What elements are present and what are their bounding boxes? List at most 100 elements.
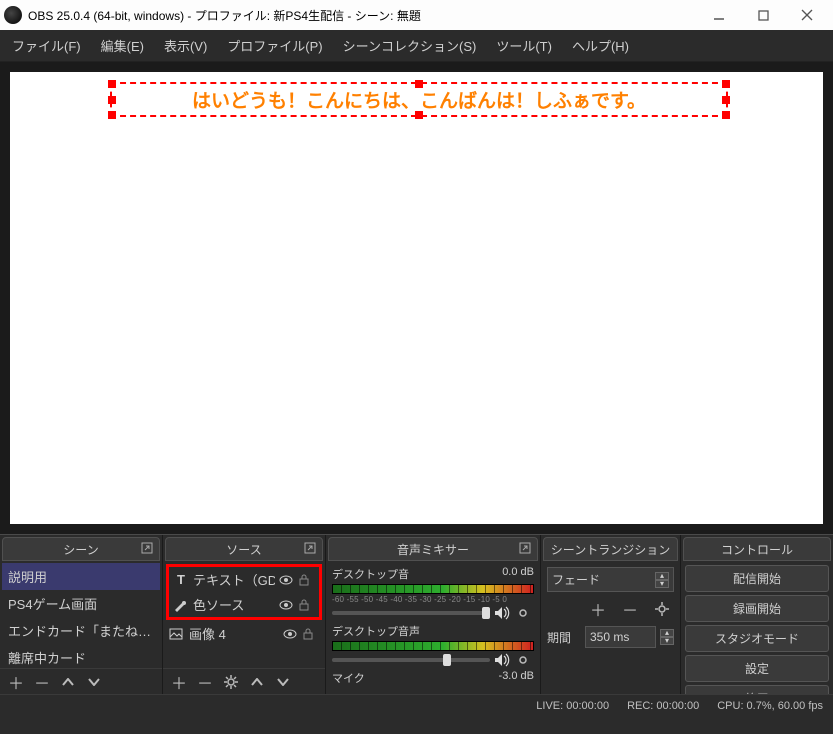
source-up-button[interactable] [245,671,269,693]
controls-panel: コントロール 配信開始 録画開始 スタジオモード 設定 終了 [681,535,833,694]
mute-button[interactable] [494,653,512,667]
channel-settings-button[interactable] [516,606,534,620]
preview-canvas[interactable]: はいどうも！こんにちは、こんばんは！しふぁです。 [10,72,823,524]
mute-button[interactable] [494,606,512,620]
audio-meter [332,584,534,594]
start-streaming-button[interactable]: 配信開始 [685,565,829,592]
channel-settings-button[interactable] [516,653,534,667]
eye-icon [283,629,297,639]
volume-slider[interactable] [332,658,490,662]
channel-db: -3.0 dB [499,670,534,686]
menu-edit[interactable]: 編集(E) [93,32,152,59]
scene-tools: ＋ － [0,668,162,694]
menu-tools[interactable]: ツール(T) [488,32,560,59]
settings-button[interactable]: 設定 [685,655,829,682]
source-down-button[interactable] [271,671,295,693]
gear-icon [655,602,669,616]
controls-title: コントロール [721,541,793,558]
eye-icon [279,575,293,585]
scenes-title: シーン [63,541,98,558]
remove-source-button[interactable]: － [193,671,217,693]
source-item[interactable]: 画像 4 [165,621,323,646]
duration-value: 350 ms [590,630,629,644]
menu-help[interactable]: ヘルプ(H) [564,32,637,59]
close-button[interactable] [785,1,829,29]
scene-item[interactable]: エンドカード「またね！」PS [2,617,160,644]
chevron-down-icon [277,678,289,686]
volume-slider[interactable] [332,611,490,615]
scene-item[interactable]: PS4ゲーム画面 [2,590,160,617]
speaker-icon [494,606,510,620]
exit-button[interactable]: 終了 [685,685,829,694]
gear-icon [516,606,530,620]
status-cpu: CPU: 0.7%, 60.00 fps [717,700,823,712]
color-source-icon [173,598,189,612]
menu-scene-collection[interactable]: シーンコレクション(S) [335,32,485,59]
lock-toggle[interactable] [299,574,315,586]
select-stepper[interactable]: ▴▾ [655,572,669,588]
visibility-toggle[interactable] [279,600,295,610]
scene-item[interactable]: 離席中カード [2,644,160,668]
preview-area: はいどうも！こんにちは、こんばんは！しふぁです。 [0,62,833,534]
remove-transition-button[interactable]: － [618,598,642,620]
scenes-panel: シーン 説明用 PS4ゲーム画面 エンドカード「またね！」PS 離席中カード B… [0,535,163,694]
scene-down-button[interactable] [82,671,106,693]
audio-meter [332,641,534,651]
chevron-up-icon [251,678,263,686]
source-label: テキスト（GDI+ [193,570,275,589]
chevron-up-icon [62,678,74,686]
start-recording-button[interactable]: 録画開始 [685,595,829,622]
visibility-toggle[interactable] [283,629,299,639]
menubar: ファイル(F) 編集(E) 表示(V) プロファイル(P) シーンコレクション(… [0,30,833,62]
lock-toggle[interactable] [299,599,315,611]
window-title: OBS 25.0.4 (64-bit, windows) - プロファイル: 新… [28,7,697,24]
transition-properties-button[interactable] [650,598,674,620]
add-source-button[interactable]: ＋ [167,671,191,693]
menu-file[interactable]: ファイル(F) [4,32,89,59]
add-scene-button[interactable]: ＋ [4,671,28,693]
status-rec: REC: 00:00:00 [627,700,699,712]
controls-body: 配信開始 録画開始 スタジオモード 設定 終了 [681,561,833,694]
titlebar: OBS 25.0.4 (64-bit, windows) - プロファイル: 新… [0,0,833,30]
scene-up-button[interactable] [56,671,80,693]
remove-scene-button[interactable]: － [30,671,54,693]
menu-view[interactable]: 表示(V) [156,32,215,59]
source-tools: ＋ － [163,668,325,694]
channel-db: 0.0 dB [502,566,534,582]
maximize-button[interactable] [741,1,785,29]
add-transition-button[interactable]: ＋ [586,598,610,620]
popout-icon[interactable] [303,541,319,557]
studio-mode-button[interactable]: スタジオモード [685,625,829,652]
speaker-icon [494,653,510,667]
lock-toggle[interactable] [303,628,319,640]
sources-panel: ソース T テキスト（GDI+ 色ソース [163,535,326,694]
duration-stepper[interactable]: ▴▾ [660,629,674,645]
source-properties-button[interactable] [219,671,243,693]
transitions-title: シーントランジション [551,541,670,558]
sources-title: ソース [226,541,261,558]
mixer-title: 音声ミキサー [397,541,469,558]
source-item[interactable]: T テキスト（GDI+ [169,567,319,592]
mixer-channel: デスクトップ音0.0 dB -60 -55 -50 -45 -40 -35 -3… [328,563,538,620]
popout-icon[interactable] [518,541,534,557]
sources-highlight-box: T テキスト（GDI+ 色ソース [166,564,322,620]
visibility-toggle[interactable] [279,575,295,585]
minimize-icon [713,9,725,21]
selected-source-overlay[interactable]: はいどうも！こんにちは、こんばんは！しふぁです。 [110,82,728,117]
eye-icon [279,600,293,610]
mixer-channel: マイク-3.0 dB [328,667,538,686]
source-item[interactable]: 色ソース [169,592,319,617]
minimize-button[interactable] [697,1,741,29]
source-label: 画像 4 [189,624,279,643]
popout-icon[interactable] [140,541,156,557]
menu-profile[interactable]: プロファイル(P) [219,32,330,59]
transitions-body: フェード ▴▾ ＋ － 期間 350 ms ▴▾ [541,561,680,694]
channel-name: デスクトップ音声 [332,623,420,639]
transition-select[interactable]: フェード ▴▾ [547,567,674,592]
chevron-down-icon [88,678,100,686]
transitions-header: シーントランジション [543,537,678,561]
duration-input[interactable]: 350 ms [585,626,656,648]
status-live: LIVE: 00:00:00 [536,700,609,712]
obs-logo-icon [4,6,22,24]
scene-item[interactable]: 説明用 [2,563,160,590]
